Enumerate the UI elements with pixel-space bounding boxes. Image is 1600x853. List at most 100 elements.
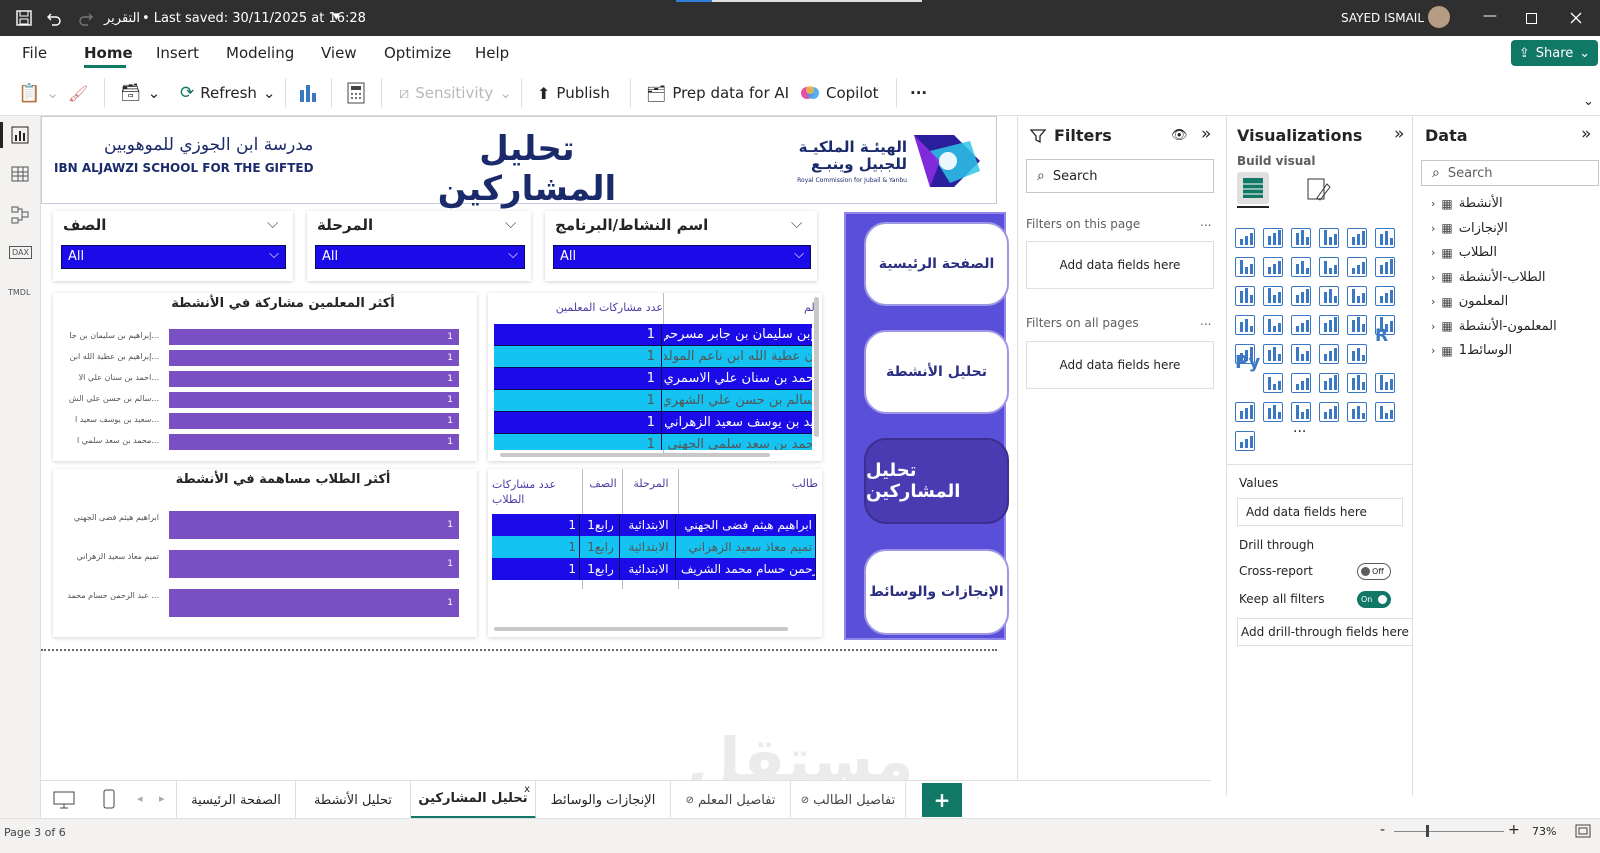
redo-icon[interactable] [78, 10, 94, 26]
stacked-area-icon[interactable] [1291, 257, 1311, 277]
more-options-icon[interactable]: ... [1200, 215, 1211, 229]
table-row[interactable]: 1ن عطية الله ابن ناعم المولد [494, 346, 812, 368]
line-chart-icon[interactable] [1235, 257, 1255, 277]
vertical-scrollbar[interactable] [814, 297, 819, 437]
qa-icon[interactable] [1319, 373, 1339, 393]
maximize-icon[interactable] [1526, 13, 1537, 24]
multi-row-card-icon[interactable] [1263, 344, 1283, 364]
map-icon[interactable] [1235, 315, 1255, 335]
bar[interactable]: 1 [169, 350, 459, 366]
r-visual-icon[interactable]: R [1375, 326, 1388, 346]
data-table-item[interactable]: › ▦ الأنشطة [1431, 196, 1503, 211]
key-influencers-icon[interactable] [1263, 373, 1283, 393]
dax-query-icon[interactable]: DAX [9, 246, 32, 259]
custom-visual-icon[interactable] [1347, 402, 1367, 422]
filters-search-input[interactable]: ⌕ Search [1026, 159, 1214, 193]
shape-map-icon[interactable] [1291, 315, 1311, 335]
save-icon[interactable] [16, 10, 32, 26]
data-table-item[interactable]: › ▦ الطلاب [1431, 245, 1497, 260]
model-view-icon[interactable] [11, 206, 29, 224]
image-icon[interactable] [1319, 402, 1339, 422]
bar[interactable]: 1 [169, 392, 459, 408]
bar[interactable]: 1 [169, 413, 459, 429]
line-column-icon[interactable] [1347, 257, 1367, 277]
collapse-pane-icon[interactable]: » [1581, 124, 1591, 144]
gauge-icon[interactable] [1347, 315, 1367, 335]
bar[interactable]: 1 [169, 434, 459, 450]
column-header[interactable]: طالب [780, 477, 818, 490]
nav-participants-button[interactable]: تحليل المشاركين [864, 438, 1009, 524]
tab-activities[interactable]: تحليل الأنشطة [296, 781, 411, 819]
tab-home[interactable]: الصفحة الرئيسية [176, 781, 296, 819]
waterfall-icon[interactable] [1235, 286, 1255, 306]
data-search-input[interactable]: ⌕ Search [1421, 160, 1599, 186]
nav-activities-button[interactable]: تحليل الأنشطة [864, 330, 1009, 414]
chevron-down-icon[interactable]: ⌵ [267, 214, 278, 232]
column-header[interactable]: عدد مشاركات الطلاب [492, 477, 580, 507]
desktop-layout-icon[interactable] [53, 791, 75, 809]
format-painter-button[interactable]: 🖌 [68, 80, 88, 106]
table-row[interactable]: 1 حمد بن سنان علي الاسمري [494, 368, 812, 390]
power-apps-icon[interactable] [1263, 402, 1283, 422]
menu-view[interactable]: View [321, 44, 357, 62]
matrix-icon[interactable] [1347, 344, 1367, 364]
nav-home-button[interactable]: الصفحة الرئيسية [864, 222, 1009, 306]
bar[interactable]: 1 [169, 589, 459, 617]
column-header[interactable]: المرحلة [624, 477, 678, 490]
bar[interactable]: 1 [169, 511, 459, 539]
menu-insert[interactable]: Insert [156, 44, 199, 62]
stacked-bar-icon[interactable] [1235, 228, 1255, 248]
column-header[interactable]: عدد مشاركات المعلمين [498, 301, 663, 314]
more-options-button[interactable]: ··· [910, 80, 927, 106]
bar[interactable]: 1 [169, 371, 459, 387]
close-icon[interactable] [1570, 12, 1582, 24]
table-icon[interactable] [1319, 344, 1339, 364]
format-visual-icon[interactable] [1305, 176, 1331, 202]
horizontal-scrollbar[interactable] [500, 453, 770, 457]
more-options-icon[interactable]: ... [1200, 314, 1211, 328]
mobile-layout-icon[interactable] [103, 789, 115, 809]
menu-file[interactable]: File [22, 44, 47, 62]
horizontal-scrollbar[interactable] [494, 627, 788, 631]
table-row[interactable]: 1 إبن سليمان بن جابر مسرحي [494, 324, 812, 346]
arrow-icon[interactable] [1235, 431, 1255, 451]
table-row[interactable]: 1 رابع1 الابتدائية تميم معاذ سعيد الزهراني [492, 536, 816, 558]
document-title[interactable]: التقرير [104, 11, 140, 26]
new-visual-button[interactable] [297, 80, 319, 106]
100-column-icon[interactable] [1375, 228, 1395, 248]
minimize-icon[interactable]: — [1483, 8, 1497, 24]
chevron-down-icon[interactable]: ▾ [333, 9, 340, 24]
close-tab-icon[interactable]: x [524, 784, 530, 795]
zoom-slider-thumb[interactable] [1426, 825, 1429, 837]
decomposition-tree-icon[interactable] [1291, 373, 1311, 393]
share-button[interactable]: ⇪ Share ⌄ [1511, 40, 1598, 66]
menu-help[interactable]: Help [475, 44, 509, 62]
line-clustered-icon[interactable] [1375, 257, 1395, 277]
tmdl-view-icon[interactable]: TMDL [8, 288, 30, 297]
table-view-icon[interactable] [11, 166, 29, 182]
sensitivity-button[interactable]: ⧄ Sensitivity ⌄ [399, 80, 512, 106]
python-visual-icon[interactable]: Py [1235, 352, 1260, 373]
menu-optimize[interactable]: Optimize [384, 44, 451, 62]
table-row[interactable]: 1 رابع1 الابتدائية ابراهيم هيثم فضى الجهني [492, 514, 816, 536]
treemap-icon[interactable] [1375, 286, 1395, 306]
clustered-bar-icon[interactable] [1291, 228, 1311, 248]
slicer-icon[interactable] [1291, 344, 1311, 364]
donut-icon[interactable] [1347, 286, 1367, 306]
fabric-icon[interactable] [1375, 402, 1395, 422]
tab-teacher-details[interactable]: ⊘ تفاصيل المعلم [671, 781, 791, 819]
filled-map-icon[interactable] [1263, 315, 1283, 335]
chevron-down-icon[interactable]: ⌵ [791, 214, 802, 232]
all-pages-filters-dropzone[interactable]: Add data fields here [1026, 341, 1214, 389]
table-row[interactable]: 1 يد بن يوسف سعيد الزهراني [494, 412, 812, 434]
copilot-button[interactable]: Copilot [800, 80, 879, 106]
zoom-in-icon[interactable]: + [1508, 822, 1520, 838]
chevron-down-icon[interactable]: ⌄ [1583, 94, 1594, 109]
eye-icon[interactable]: 👁 [1171, 128, 1188, 143]
bar[interactable]: 1 [169, 329, 459, 345]
more-visuals-icon[interactable]: ··· [1293, 424, 1306, 440]
slicer-dropdown[interactable]: All ⌵ [315, 245, 525, 269]
collapse-pane-icon[interactable]: » [1201, 124, 1211, 144]
calculator-button[interactable] [347, 80, 365, 106]
data-table-item[interactable]: › ▦ الوسائط1 [1431, 343, 1512, 358]
